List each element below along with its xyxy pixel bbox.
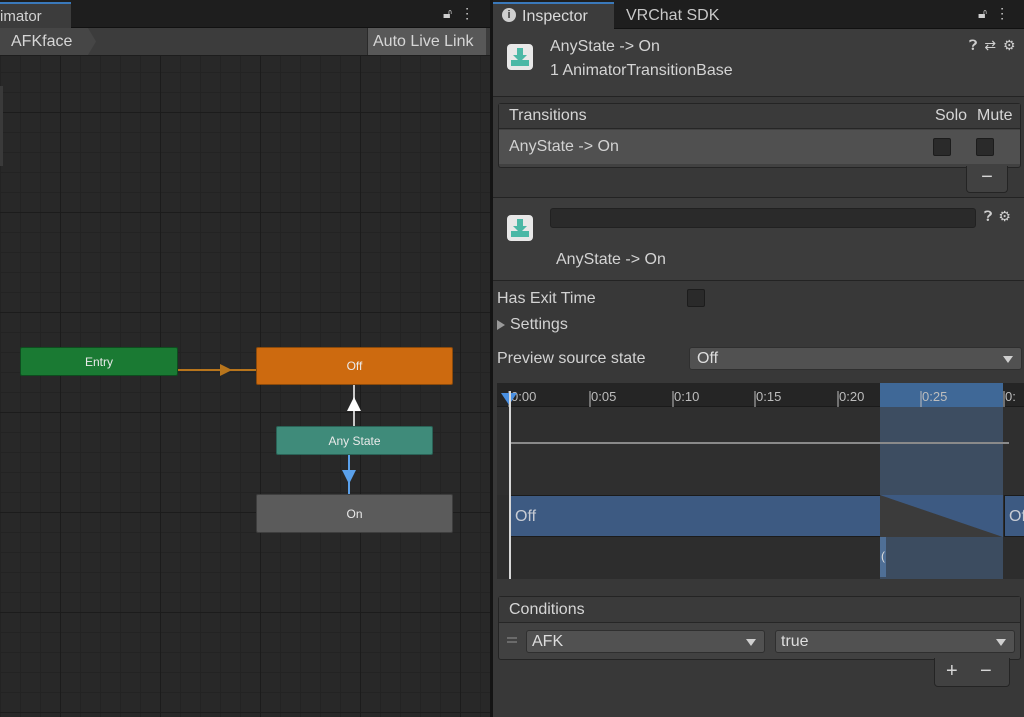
help-icon[interactable]: ❓︎ [984, 208, 992, 224]
transition-header-icons: ❓︎ ⚙ [984, 208, 1011, 225]
state-node-off[interactable]: Off [256, 347, 453, 385]
transition-arrows [178, 364, 361, 494]
any-to-on-arrowhead [342, 470, 356, 484]
conditions-list: Conditions AFK true [498, 596, 1021, 660]
exit-time-marker[interactable]: ( [880, 537, 886, 577]
state-node-any-state-label: Any State [328, 433, 381, 448]
state-node-off-label: Off [346, 359, 363, 373]
preview-source-state-label: Preview source state [497, 350, 646, 367]
inspector-title: AnyState -> On [550, 38, 660, 55]
preview-source-state-value: Off [697, 350, 719, 367]
conditions-header-label: Conditions [509, 601, 585, 618]
condition-parameter-dropdown[interactable]: AFK [526, 630, 765, 653]
breadcrumb-layer-label: AFKface [11, 33, 73, 50]
entry-to-off-arrowhead [220, 364, 232, 376]
tab-vrchat-sdk-label: VRChat SDK [626, 7, 720, 24]
transitions-header-label: Transitions [509, 107, 587, 124]
transition-icon [507, 44, 533, 70]
add-condition-button[interactable]: + [946, 660, 958, 683]
help-icon[interactable]: ❓︎ [969, 37, 977, 53]
timeline-playhead[interactable] [509, 391, 511, 579]
exit-time-marker-glyph: ( [881, 549, 885, 563]
chevron-down-icon [996, 639, 1006, 646]
animator-toolbar: AFKface Auto Live Link [0, 28, 490, 56]
kebab-menu-icon[interactable]: ⋮ [460, 5, 482, 21]
mute-checkbox[interactable] [976, 138, 994, 156]
tab-vrchat-sdk[interactable]: VRChat SDK [614, 2, 734, 29]
inspector-subtitle: 1 AnimatorTransitionBase [550, 62, 733, 79]
conditions-header: Conditions [499, 597, 1020, 623]
condition-value-dropdown[interactable]: true [775, 630, 1015, 653]
source-state-bar[interactable]: Off [509, 495, 881, 537]
state-machine-graph[interactable]: Entry Off Any State On [0, 56, 490, 717]
presets-icon[interactable]: ⇄ [984, 37, 996, 53]
inspector-window-icons: 🔓︎⋮ [978, 5, 1017, 22]
chevron-down-icon [1003, 356, 1013, 363]
animator-window-icons: 🔓︎⋮ [443, 5, 482, 22]
transition-timeline[interactable]: 0:00 0:05 0:10 0:15 0:20 0:25 0: Off Of … [497, 383, 1024, 579]
inspector-window: i Inspector VRChat SDK 🔓︎⋮ AnyState -> O… [493, 0, 1024, 717]
condition-value-text: true [781, 633, 809, 650]
header-icon-group: ❓︎ ⇄ ⚙ [969, 37, 1016, 54]
timeline-curve-line [509, 442, 1009, 444]
inspector-header: AnyState -> On 1 AnimatorTransitionBase … [493, 29, 1024, 97]
tab-inspector-label: Inspector [522, 8, 588, 25]
auto-live-link-label: Auto Live Link [373, 33, 474, 50]
transition-header: ❓︎ ⚙ AnyState -> On [493, 198, 1024, 281]
preview-source-state-dropdown[interactable]: Off [689, 347, 1022, 370]
transition-icon [507, 215, 533, 241]
state-node-on-label: On [346, 506, 363, 521]
tab-inspector[interactable]: i Inspector [493, 2, 614, 29]
settings-foldout[interactable]: Settings [510, 316, 568, 334]
ruler-tick-marks [501, 391, 1005, 407]
solo-column-label: Solo [935, 107, 968, 124]
lock-icon[interactable]: 🔓︎ [443, 5, 460, 21]
any-to-off-arrowhead [347, 397, 361, 411]
transition-blend-shape [880, 495, 1003, 537]
has-exit-time-checkbox[interactable] [687, 289, 705, 307]
transition-row[interactable]: AnyState -> On [499, 130, 1020, 164]
state-node-any-state[interactable]: Any State [276, 426, 433, 455]
next-state-bar-label: Of [1009, 508, 1024, 525]
lock-icon[interactable]: 🔓︎ [978, 5, 995, 21]
transitions-list-header: Transitions Solo Mute [499, 104, 1020, 129]
mute-column-label: Mute [977, 107, 1013, 124]
next-state-bar[interactable]: Of [1004, 495, 1024, 537]
transition-row-label: AnyState -> On [509, 138, 619, 155]
animator-window: imator 🔓︎⋮ AFKface Auto Live Link Entry … [0, 0, 490, 717]
state-node-on[interactable]: On [256, 494, 453, 533]
transition-name-field[interactable] [550, 208, 976, 228]
tab-animator-label: imator [0, 8, 42, 25]
settings-gear-icon[interactable]: ⚙ [998, 208, 1011, 224]
drag-handle-icon[interactable] [507, 637, 517, 643]
source-state-bar-label: Off [515, 508, 537, 525]
auto-live-link-button[interactable]: Auto Live Link [367, 28, 486, 55]
has-exit-time-label: Has Exit Time [497, 290, 596, 307]
conditions-footer: + − [934, 658, 1010, 687]
breadcrumb[interactable]: AFKface [0, 28, 96, 55]
state-node-entry[interactable]: Entry [20, 347, 178, 376]
foldout-arrow-icon[interactable] [497, 320, 505, 330]
tab-animator[interactable]: imator [0, 2, 71, 28]
info-icon: i [502, 8, 516, 22]
inspector-tab-bar: i Inspector VRChat SDK 🔓︎⋮ [493, 0, 1024, 29]
animator-tab-bar: imator 🔓︎⋮ [0, 0, 490, 28]
kebab-menu-icon[interactable]: ⋮ [995, 5, 1017, 21]
condition-parameter-value: AFK [532, 633, 564, 650]
transitions-list: Transitions Solo Mute AnyState -> On [498, 103, 1021, 168]
transition-label: AnyState -> On [556, 251, 666, 268]
timeline-ruler[interactable]: 0:00 0:05 0:10 0:15 0:20 0:25 0: [497, 383, 1024, 407]
chevron-down-icon [746, 639, 756, 646]
solo-checkbox[interactable] [933, 138, 951, 156]
settings-gear-icon[interactable]: ⚙ [1003, 37, 1016, 53]
remove-condition-button[interactable]: − [980, 660, 992, 683]
state-node-entry-label: Entry [84, 354, 113, 369]
transition-duration-region[interactable] [880, 383, 1003, 579]
remove-transition-button[interactable]: − [966, 166, 1008, 193]
